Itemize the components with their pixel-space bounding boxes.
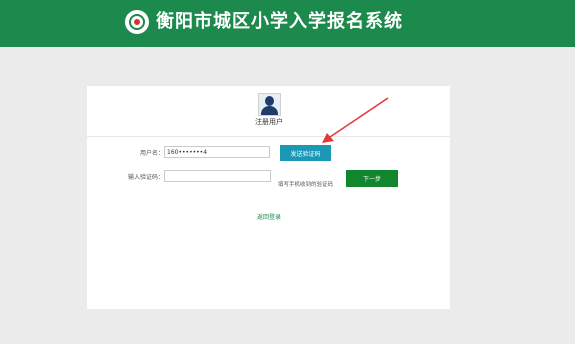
verification-code-label: 输入验证码： [127,174,164,181]
send-code-button[interactable]: 发送验证码 [280,145,331,161]
register-card: 注册用户 用户名： 发送验证码 输入验证码： 填写手机收到的验证码 下一步 返回… [87,86,450,309]
user-avatar-icon [258,93,281,116]
username-label: 用户名： [139,150,164,157]
school-emblem-icon [125,10,149,34]
back-to-login-link[interactable]: 返回登录 [253,212,285,221]
form-title: 注册用户 [255,118,283,126]
verification-code-hint: 填写手机收到的验证码 [278,182,334,188]
site-title: 衡阳市城区小学入学报名系统 [156,11,403,32]
divider [87,136,450,137]
app-header: 衡阳市城区小学入学报名系统 [0,0,575,47]
username-input[interactable] [164,146,270,158]
next-step-button[interactable]: 下一步 [346,170,398,187]
verification-code-input[interactable] [164,170,271,182]
